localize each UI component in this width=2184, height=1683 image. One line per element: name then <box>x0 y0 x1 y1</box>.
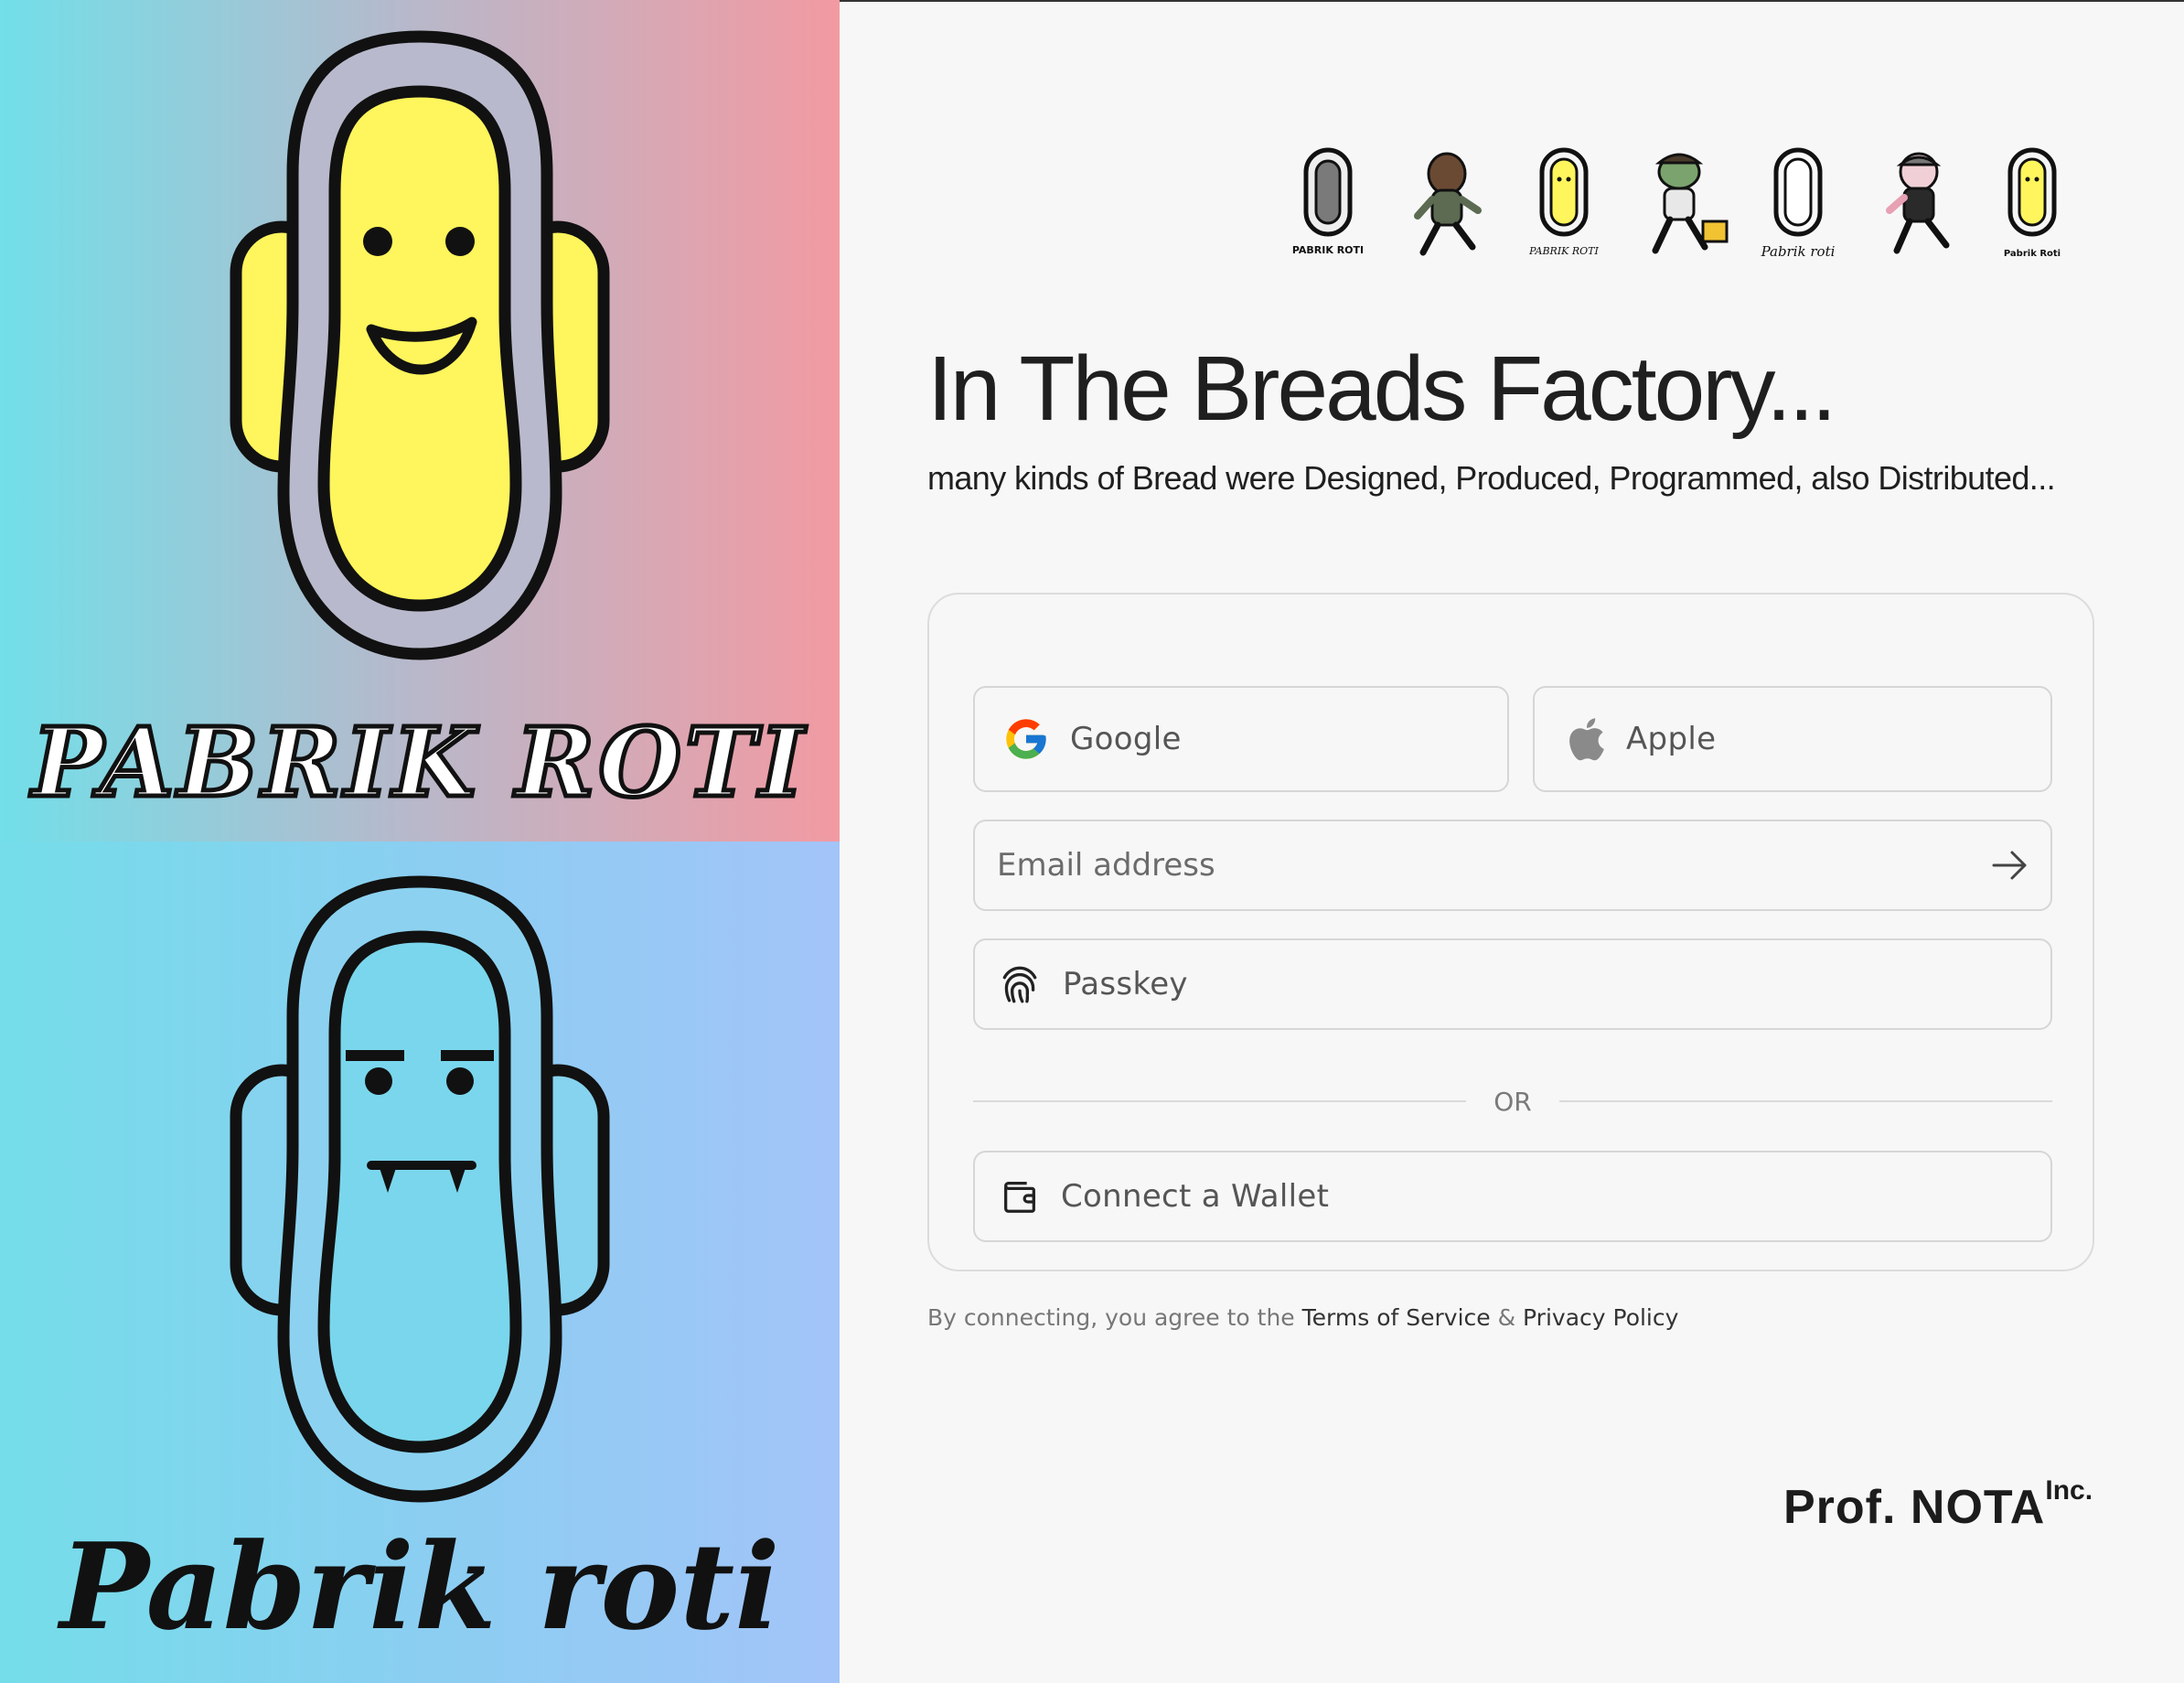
google-login-button[interactable]: Google <box>973 686 1509 792</box>
mascot-yellow: PABRIK ROTI <box>1528 147 1600 257</box>
pabrik-roti-fang-artwork: Pabrik roti <box>0 842 840 1683</box>
mascot-silver: PABRIK ROTI <box>1292 147 1364 256</box>
mascot-runner-pink <box>1886 152 1950 254</box>
mascot-label: Pabrik Roti <box>2004 249 2061 259</box>
legal-notice: By connecting, you agree to the Terms of… <box>927 1304 1678 1331</box>
connect-wallet-button[interactable]: Connect a Wallet <box>973 1151 2052 1242</box>
legal-prefix: By connecting, you agree to the <box>927 1304 1302 1331</box>
mascot-label: PABRIK ROTI <box>1292 244 1364 256</box>
legal-separator: & <box>1490 1304 1524 1331</box>
bottom-art-caption: Pabrik roti <box>56 1517 779 1656</box>
mascot-strip: PABRIK ROTI PABRIK ROTI Pabrik roti Pabr… <box>1286 146 2091 265</box>
apple-login-button[interactable]: Apple <box>1533 686 2052 792</box>
or-divider: OR <box>973 1083 2052 1120</box>
mascot-runner-brown <box>1414 152 1482 256</box>
divider-line <box>1558 1100 2052 1102</box>
divider-label: OR <box>1493 1086 1532 1117</box>
apple-logo-icon <box>1564 716 1606 762</box>
mascot-yellow-2: Pabrik Roti <box>2004 147 2061 259</box>
pabrik-roti-smile-artwork: PABRIK ROTI <box>0 0 840 842</box>
privacy-policy-link[interactable]: Privacy Policy <box>1523 1304 1678 1331</box>
email-field-container <box>973 820 2052 911</box>
wallet-label: Connect a Wallet <box>1061 1178 1330 1215</box>
mascot-white: Pabrik roti <box>1761 147 1836 260</box>
page-title: In The Breads Factory... <box>927 338 1836 440</box>
brand-suffix: Inc. <box>2045 1474 2093 1506</box>
mascot-runner-green <box>1652 153 1729 254</box>
mascot-label: Pabrik roti <box>1761 243 1836 260</box>
email-input[interactable] <box>997 847 1911 884</box>
fingerprint-icon <box>997 961 1043 1007</box>
passkey-login-button[interactable]: Passkey <box>973 938 2052 1030</box>
divider-line <box>973 1100 1467 1102</box>
mascot-label: PABRIK ROTI <box>1528 245 1599 257</box>
top-art-caption: PABRIK ROTI <box>29 706 808 819</box>
brand-logo: Prof. NOTAInc. <box>1783 1475 2093 1535</box>
google-logo-icon <box>1002 715 1050 763</box>
wallet-icon <box>999 1175 1041 1217</box>
page-subtitle: many kinds of Bread were Designed, Produ… <box>927 459 2056 497</box>
brand-name: Prof. NOTA <box>1783 1481 2046 1534</box>
passkey-label: Passkey <box>1063 966 1188 1002</box>
arrow-right-icon[interactable] <box>1992 849 2029 882</box>
terms-of-service-link[interactable]: Terms of Service <box>1302 1304 1491 1331</box>
apple-label: Apple <box>1626 721 1717 757</box>
login-card: Google Apple Passkey <box>927 593 2094 1271</box>
google-label: Google <box>1070 721 1182 757</box>
